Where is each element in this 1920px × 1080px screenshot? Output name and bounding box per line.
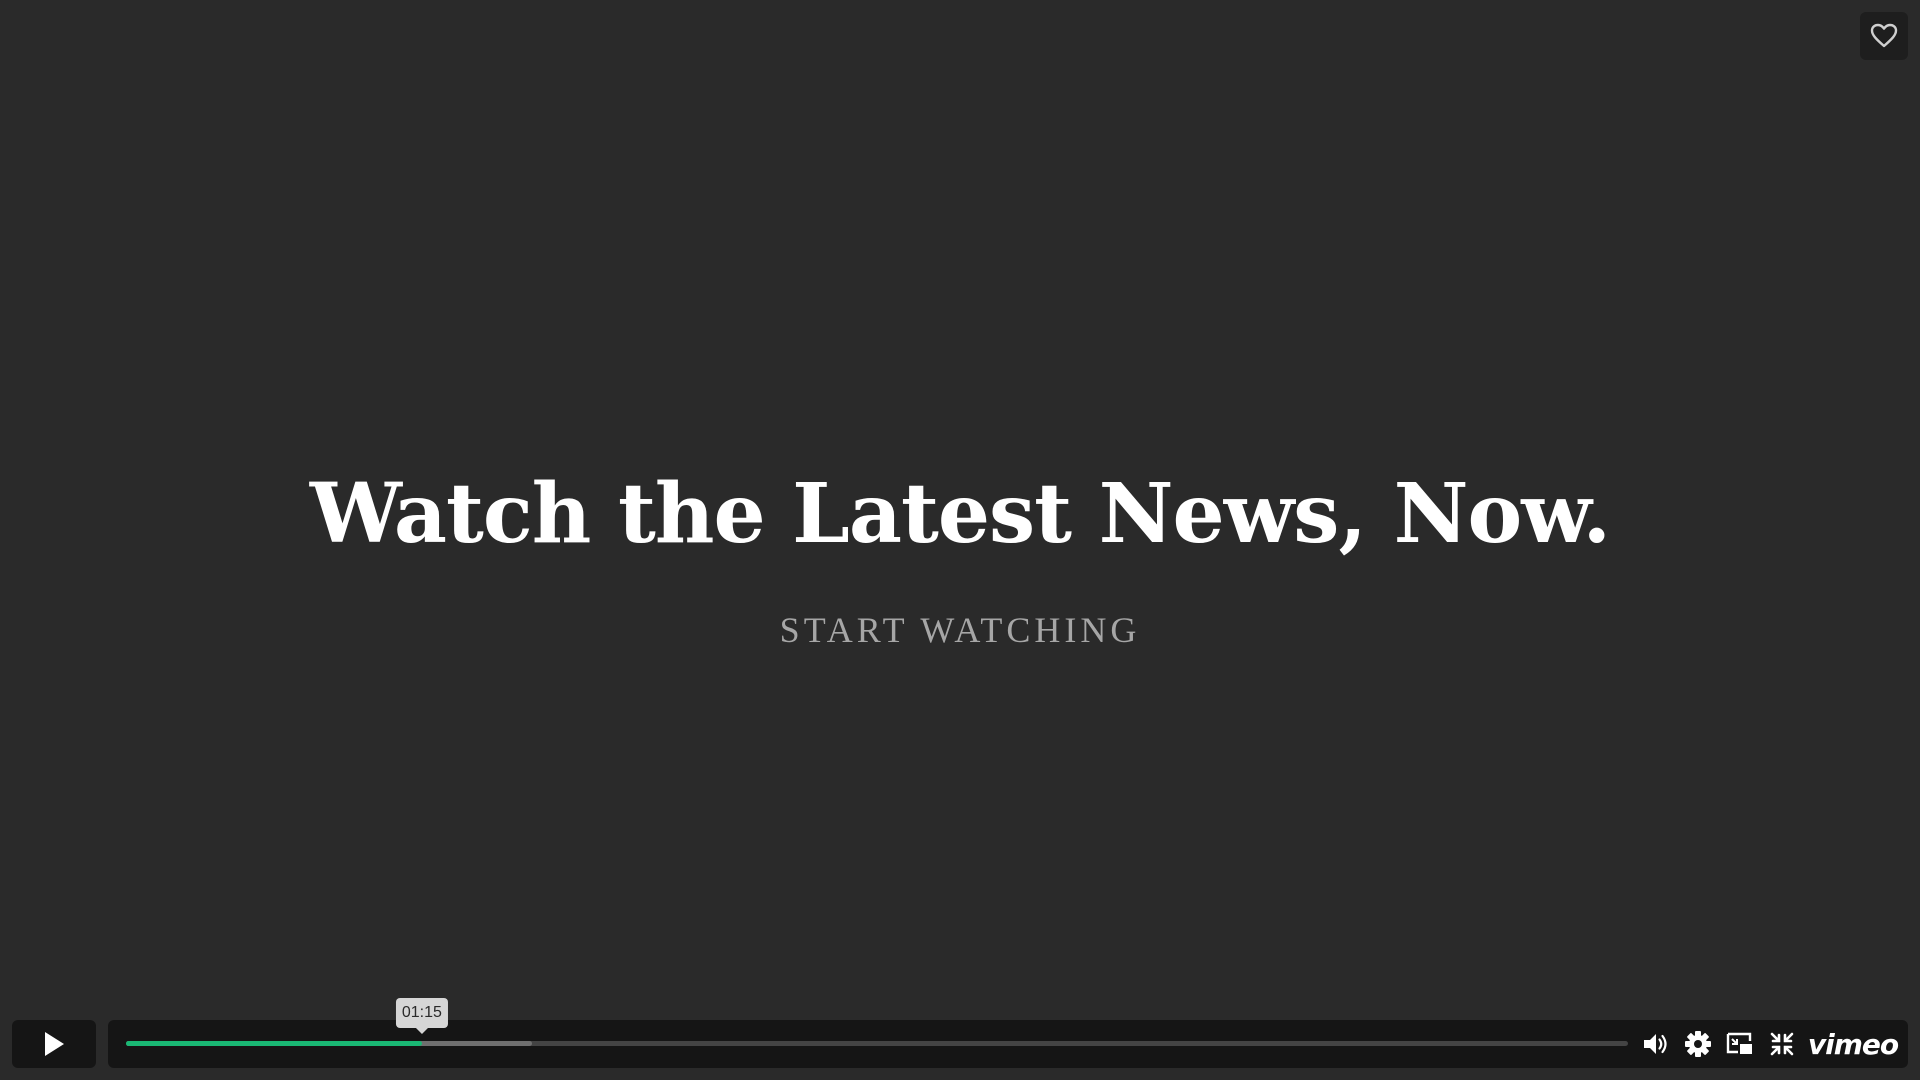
play-icon — [45, 1032, 64, 1056]
volume-icon — [1644, 1034, 1667, 1054]
play-button[interactable] — [12, 1020, 96, 1068]
exit-fullscreen-icon — [1770, 1032, 1794, 1056]
start-watching-link[interactable]: START WATCHING — [0, 608, 1920, 652]
video-player: Watch the Latest News, Now. START WATCHI… — [0, 0, 1920, 1080]
time-tooltip: 01:15 — [395, 998, 448, 1034]
gear-icon — [1685, 1031, 1711, 1057]
played-progress — [126, 1041, 422, 1046]
picture-in-picture-icon — [1726, 1032, 1752, 1054]
picture-in-picture-button[interactable] — [1722, 1020, 1758, 1068]
progress-bar[interactable] — [126, 1041, 1628, 1046]
fullscreen-button[interactable] — [1764, 1020, 1800, 1068]
video-frame: Watch the Latest News, Now. START WATCHI… — [0, 0, 1920, 1080]
start-watching-label[interactable]: START WATCHING — [780, 610, 1141, 650]
control-bar: vimeo — [108, 1020, 1908, 1068]
vimeo-logo[interactable]: vimeo — [1808, 1020, 1899, 1068]
settings-button[interactable] — [1680, 1020, 1716, 1068]
volume-button[interactable] — [1638, 1020, 1674, 1068]
headline: Watch the Latest News, Now. — [309, 466, 1611, 562]
